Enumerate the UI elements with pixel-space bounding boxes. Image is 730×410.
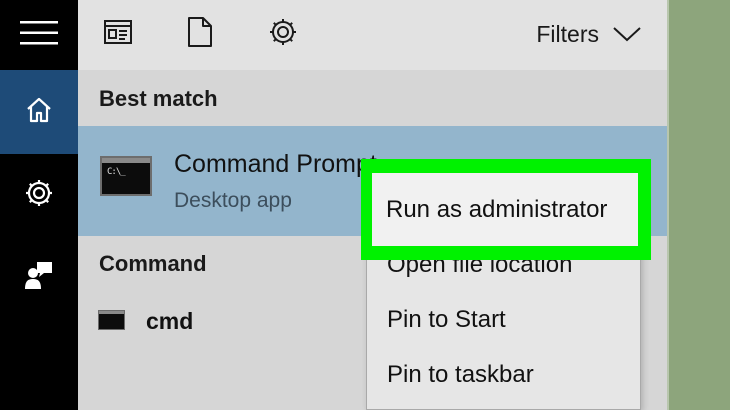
- app-type: Desktop app: [174, 189, 292, 212]
- home-button[interactable]: [0, 70, 78, 154]
- home-icon: [25, 96, 53, 129]
- window-edge: [667, 0, 669, 410]
- apps-filter-button[interactable]: [98, 14, 138, 54]
- chevron-down-icon: [613, 21, 641, 48]
- prompt-glyph: C:\_: [107, 167, 126, 177]
- highlight-box: Run as administrator: [361, 159, 651, 260]
- feedback-icon: [24, 260, 54, 295]
- apps-filter-icon: [104, 19, 132, 49]
- documents-filter-button[interactable]: [180, 14, 220, 54]
- menu-item-run-as-administrator[interactable]: Run as administrator: [372, 173, 638, 246]
- list-item[interactable]: cmd: [78, 296, 378, 346]
- app-name: Command Prompt: [174, 150, 377, 178]
- menu-item-label: Run as administrator: [386, 195, 608, 223]
- command-heading: Command: [99, 251, 207, 276]
- best-match-heading: Best match: [99, 86, 218, 111]
- gear-icon: [24, 178, 54, 213]
- gear-icon: [268, 17, 298, 52]
- document-icon: [188, 16, 212, 52]
- filters-label: Filters: [536, 20, 599, 47]
- search-toolbar: Filters: [78, 0, 667, 70]
- hamburger-icon: [20, 20, 58, 51]
- settings-button[interactable]: [0, 154, 78, 236]
- left-rail: [0, 0, 78, 410]
- command-prompt-icon: C:\_: [100, 156, 152, 196]
- settings-filter-button[interactable]: [263, 14, 303, 54]
- filters-dropdown[interactable]: Filters: [536, 16, 641, 52]
- menu-item-pin-to-taskbar[interactable]: Pin to taskbar: [387, 361, 534, 389]
- cmd-icon: [98, 310, 125, 330]
- cmd-label: cmd: [146, 308, 194, 334]
- menu-item-pin-to-start[interactable]: Pin to Start: [387, 306, 506, 334]
- menu-button[interactable]: [0, 0, 78, 70]
- feedback-button[interactable]: [0, 236, 78, 318]
